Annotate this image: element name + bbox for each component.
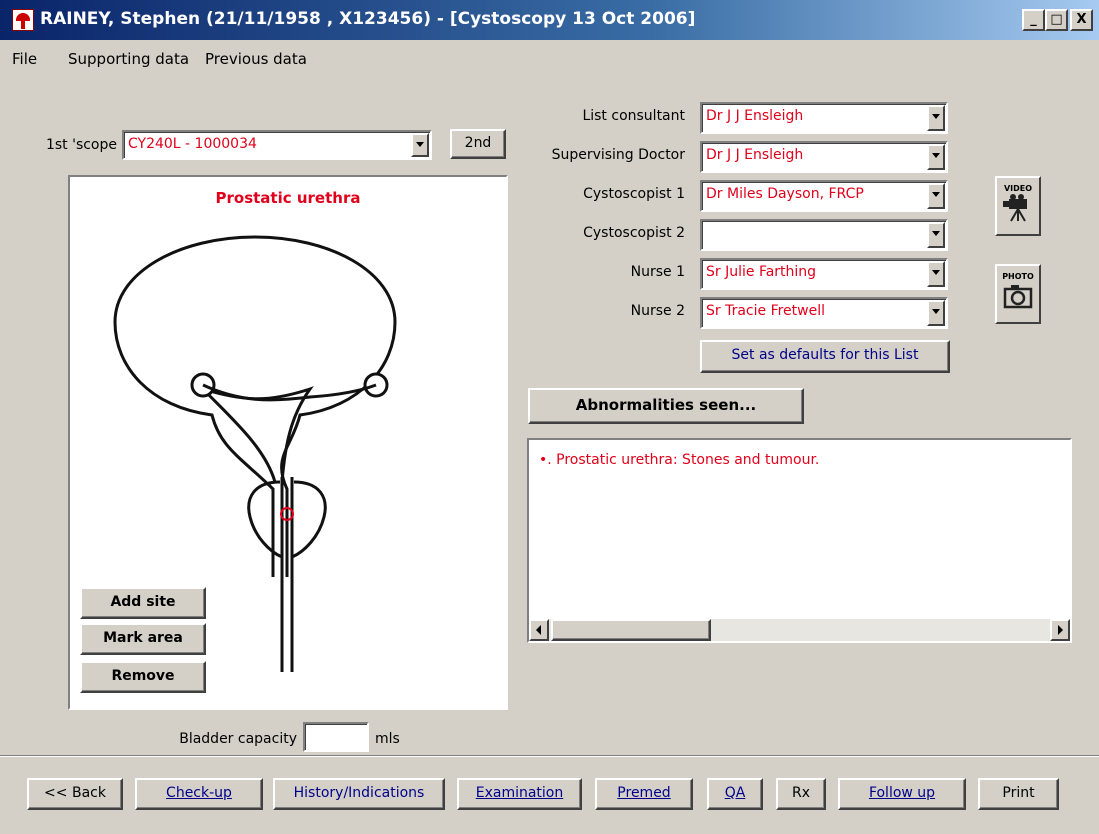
window-title: RAINEY, Stephen (21/11/1958 , X123456) -… [40, 9, 696, 29]
abnormalities-list[interactable]: •. Prostatic urethra: Stones and tumour. [527, 438, 1072, 643]
menu-supporting-data[interactable]: Supporting data [68, 50, 189, 68]
abnormality-item[interactable]: •. Prostatic urethra: Stones and tumour. [539, 452, 819, 468]
bladder-capacity-input[interactable] [303, 722, 369, 752]
title-bar: RAINEY, Stephen (21/11/1958 , X123456) -… [0, 0, 1099, 40]
dropdown-arrow-icon[interactable] [927, 183, 945, 209]
minimize-button[interactable]: _ [1022, 9, 1045, 31]
add-site-button[interactable]: Add site [80, 587, 206, 619]
premed-button[interactable]: Premed [595, 778, 693, 810]
cystoscopist-2-label: Cystoscopist 2 [583, 225, 685, 241]
close-button[interactable]: X [1070, 9, 1093, 31]
scroll-thumb[interactable] [551, 619, 711, 641]
app-icon [12, 9, 34, 31]
checkup-button[interactable]: Check-up [135, 778, 263, 810]
cystoscopist-1-value: Dr Miles Dayson, FRCP [706, 186, 864, 202]
history-indications-button[interactable]: History/Indications [273, 778, 445, 810]
list-consultant-select[interactable]: Dr J J Ensleigh [700, 102, 948, 134]
dropdown-arrow-icon[interactable] [927, 261, 945, 287]
back-button[interactable]: << Back [27, 778, 123, 810]
anatomy-diagram-panel[interactable]: Prostatic urethra Add site Mark area Rem… [68, 175, 508, 710]
scope-label: 1st 'scope [45, 137, 117, 153]
dropdown-arrow-icon[interactable] [927, 222, 945, 248]
video-camera-icon [1003, 194, 1027, 222]
second-scope-button[interactable]: 2nd [450, 129, 506, 159]
print-button[interactable]: Print [978, 778, 1059, 810]
bladder-capacity-label: Bladder capacity [179, 731, 297, 747]
cystoscopist-2-select[interactable] [700, 219, 948, 251]
cystoscopist-1-label: Cystoscopist 1 [583, 186, 685, 202]
follow-up-button[interactable]: Follow up [838, 778, 966, 810]
scroll-right-icon[interactable] [1050, 619, 1070, 641]
scroll-left-icon[interactable] [529, 619, 549, 641]
dropdown-arrow-icon[interactable] [411, 133, 429, 157]
nurse-2-label: Nurse 2 [630, 303, 685, 319]
remove-button[interactable]: Remove [80, 661, 206, 693]
menu-file[interactable]: File [12, 50, 37, 68]
examination-button[interactable]: Examination [457, 778, 582, 810]
nurse-1-select[interactable]: Sr Julie Farthing [700, 258, 948, 290]
mark-area-button[interactable]: Mark area [80, 623, 206, 655]
footer-divider [0, 755, 1099, 757]
list-consultant-label: List consultant [582, 108, 685, 124]
qa-button[interactable]: QA [707, 778, 763, 810]
nurse-2-value: Sr Tracie Fretwell [706, 303, 825, 319]
supervising-doctor-value: Dr J J Ensleigh [706, 147, 804, 163]
list-consultant-value: Dr J J Ensleigh [706, 108, 804, 124]
scope-value: CY240L - 1000034 [128, 136, 257, 152]
cystoscopist-1-select[interactable]: Dr Miles Dayson, FRCP [700, 180, 948, 212]
supervising-doctor-label: Supervising Doctor [551, 147, 685, 163]
scope-select[interactable]: CY240L - 1000034 [122, 130, 432, 160]
nurse-2-select[interactable]: Sr Tracie Fretwell [700, 297, 948, 329]
horizontal-scrollbar[interactable] [529, 619, 1070, 641]
dropdown-arrow-icon[interactable] [927, 300, 945, 326]
maximize-button[interactable]: □ [1045, 9, 1068, 31]
video-button[interactable]: VIDEO [995, 176, 1041, 236]
abnormalities-seen-button[interactable]: Abnormalities seen... [528, 388, 804, 424]
dropdown-arrow-icon[interactable] [927, 105, 945, 131]
menu-previous-data[interactable]: Previous data [205, 50, 307, 68]
rx-button[interactable]: Rx [776, 778, 826, 810]
video-label: VIDEO [1003, 184, 1033, 193]
dropdown-arrow-icon[interactable] [927, 144, 945, 170]
bladder-capacity-unit: mls [375, 731, 400, 747]
supervising-doctor-select[interactable]: Dr J J Ensleigh [700, 141, 948, 173]
photo-label: PHOTO [1002, 272, 1034, 281]
nurse-1-value: Sr Julie Farthing [706, 264, 817, 280]
photo-camera-icon [1003, 285, 1033, 309]
set-defaults-button[interactable]: Set as defaults for this List [700, 340, 950, 373]
photo-button[interactable]: PHOTO [995, 264, 1041, 324]
nurse-1-label: Nurse 1 [630, 264, 685, 280]
